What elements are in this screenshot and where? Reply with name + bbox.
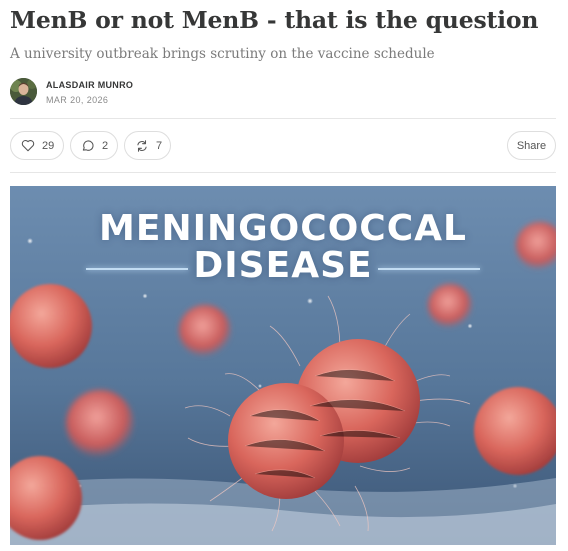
article-page: MenB or not MenB - that is the question … <box>0 0 568 551</box>
heart-icon <box>21 139 35 152</box>
article-title: MenB or not MenB - that is the question <box>10 6 539 34</box>
hero-image[interactable]: MENINGOCOCCAL DISEASE <box>10 186 556 545</box>
divider-top <box>10 118 556 119</box>
hero-heading-line1: MENINGOCOCCAL <box>99 208 467 249</box>
comment-count: 2 <box>102 139 109 152</box>
like-count: 29 <box>42 139 55 152</box>
hero-heading-line2: DISEASE <box>193 245 373 286</box>
author-name[interactable]: ALASDAIR MUNRO <box>46 80 133 90</box>
restack-arrows-icon <box>135 139 149 153</box>
restack-button[interactable]: 7 <box>124 131 171 160</box>
comment-button[interactable]: 2 <box>70 131 118 160</box>
comment-bubble-icon <box>81 139 95 153</box>
share-button[interactable]: Share <box>507 131 556 160</box>
publish-date: MAR 20, 2026 <box>46 95 109 105</box>
author-avatar[interactable] <box>10 78 37 105</box>
like-button[interactable]: 29 <box>10 131 64 160</box>
restack-count: 7 <box>156 139 163 152</box>
divider-bottom <box>10 172 556 173</box>
article-subtitle: A university outbreak brings scrutiny on… <box>10 46 435 62</box>
